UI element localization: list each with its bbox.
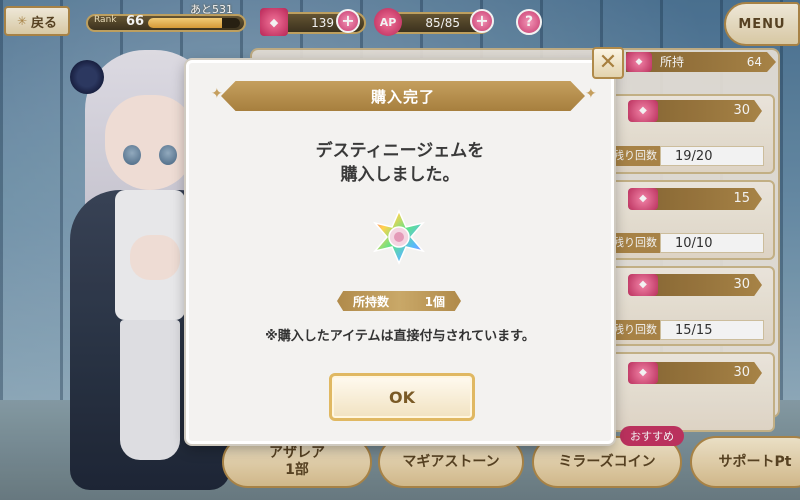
message-line-2: 購入しました。	[340, 165, 460, 185]
purchase-complete-dialog: ✦ 購入完了 ✦ デスティニージェムを 購入しました。 所持数 1個 ※購入した…	[186, 60, 614, 444]
close-icon[interactable]: ✕	[592, 47, 624, 79]
message-line-1: デスティニージェムを	[315, 141, 485, 161]
owned-value: 1個	[424, 294, 445, 309]
ok-button[interactable]: OK	[329, 373, 475, 421]
owned-count-bar: 所持数 1個	[337, 291, 461, 311]
dialog-note: ※購入したアイテムは直接付与されています。	[265, 329, 535, 344]
destiny-gem-icon	[371, 209, 427, 265]
ornament-icon: ✦	[211, 86, 223, 102]
destiny-gem-graphic	[372, 209, 426, 265]
dialog-title: 購入完了	[370, 87, 435, 106]
ok-label: OK	[389, 387, 415, 407]
dialog-header: 購入完了	[221, 81, 585, 111]
dialog-message: デスティニージェムを 購入しました。	[189, 139, 611, 187]
ornament-icon: ✦	[585, 86, 597, 102]
owned-label: 所持数	[353, 294, 390, 309]
